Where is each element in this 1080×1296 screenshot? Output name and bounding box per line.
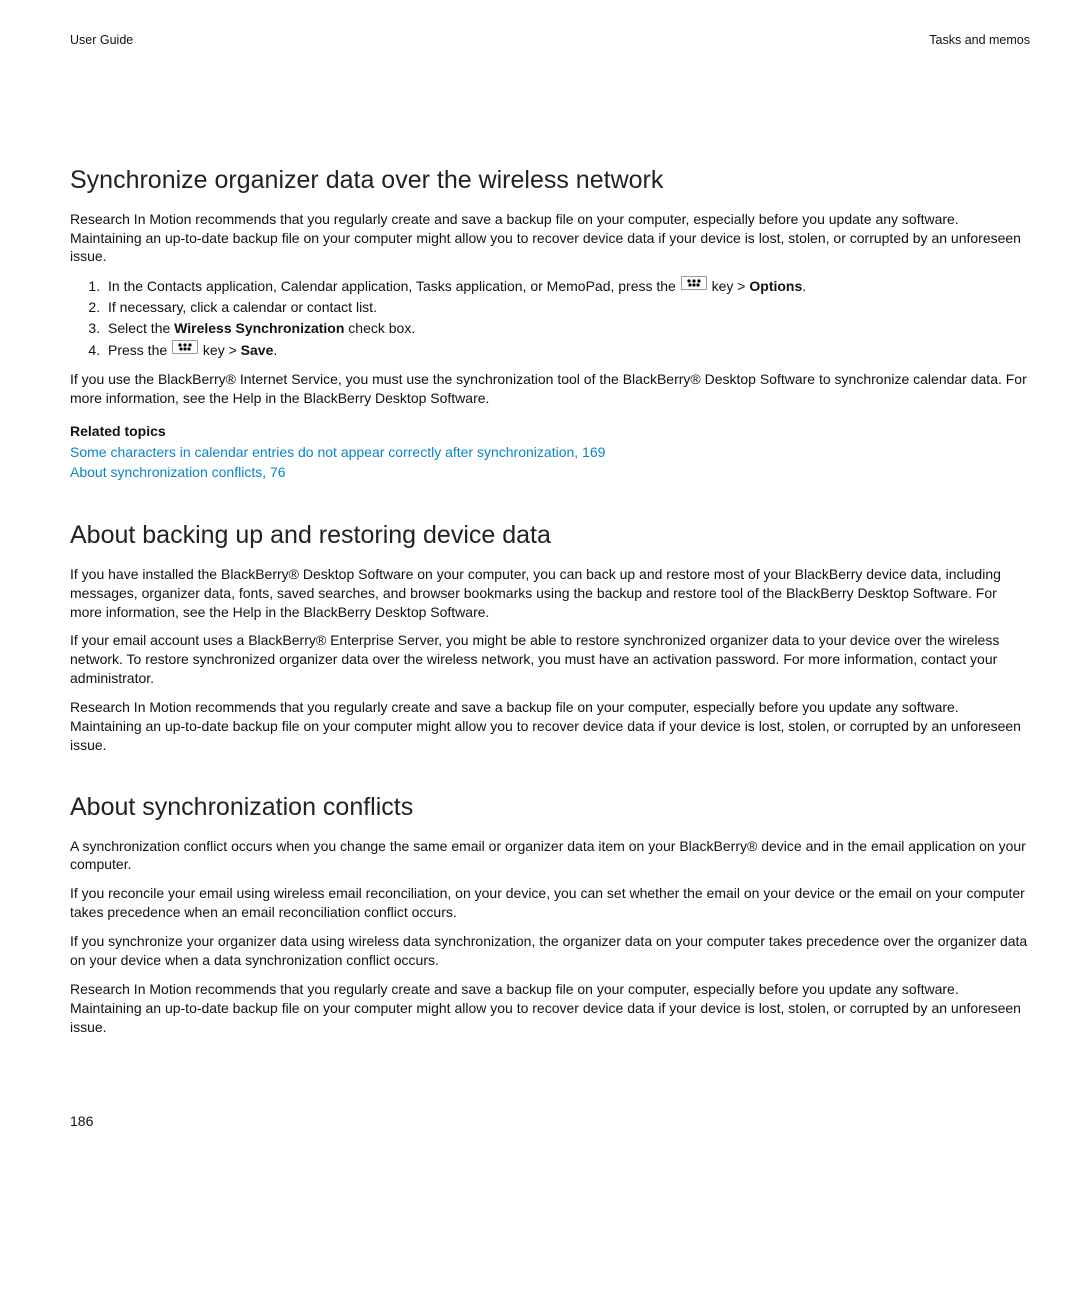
section3-p1: A synchronization conflict occurs when y… xyxy=(70,837,1030,875)
page-header: User Guide Tasks and memos xyxy=(70,32,1030,49)
header-left: User Guide xyxy=(70,32,133,49)
step3-pre: Select the xyxy=(108,320,174,336)
section3-p3: If you synchronize your organizer data u… xyxy=(70,932,1030,970)
section1-steps: In the Contacts application, Calendar ap… xyxy=(70,276,1030,360)
step3-bold: Wireless Synchronization xyxy=(174,320,344,336)
related-topics-label: Related topics xyxy=(70,422,1030,441)
section2-p3: Research In Motion recommends that you r… xyxy=(70,698,1030,755)
step1-bold: Options xyxy=(749,278,802,294)
document-page: User Guide Tasks and memos Synchronize o… xyxy=(0,0,1080,1296)
menu-key-icon xyxy=(681,276,707,290)
section2-p1: If you have installed the BlackBerry® De… xyxy=(70,565,1030,622)
step4-pre: Press the xyxy=(108,342,171,358)
step4-post: . xyxy=(273,342,277,358)
section1-intro: Research In Motion recommends that you r… xyxy=(70,210,1030,267)
related-link-1[interactable]: Some characters in calendar entries do n… xyxy=(70,444,605,460)
step-4: Press the key > Save. xyxy=(104,340,1030,360)
section2-p2: If your email account uses a BlackBerry®… xyxy=(70,631,1030,688)
section1-outro: If you use the BlackBerry® Internet Serv… xyxy=(70,370,1030,408)
section3-title: About synchronization conflicts xyxy=(70,791,1030,825)
step3-post: check box. xyxy=(344,320,415,336)
step4-bold: Save xyxy=(241,342,274,358)
step1-post: . xyxy=(802,278,806,294)
section3-p4: Research In Motion recommends that you r… xyxy=(70,980,1030,1037)
section2-title: About backing up and restoring device da… xyxy=(70,519,1030,553)
menu-key-icon xyxy=(172,340,198,354)
step-2: If necessary, click a calendar or contac… xyxy=(104,298,1030,317)
step4-mid: key > xyxy=(199,342,241,358)
step-3: Select the Wireless Synchronization chec… xyxy=(104,319,1030,338)
step1-pre: In the Contacts application, Calendar ap… xyxy=(108,278,680,294)
related-link-2[interactable]: About synchronization conflicts, 76 xyxy=(70,464,286,480)
section3-p2: If you reconcile your email using wirele… xyxy=(70,884,1030,922)
page-number: 186 xyxy=(70,1112,93,1131)
header-right: Tasks and memos xyxy=(929,32,1030,49)
section1-title: Synchronize organizer data over the wire… xyxy=(70,164,1030,198)
step1-mid: key > xyxy=(708,278,750,294)
step-1: In the Contacts application, Calendar ap… xyxy=(104,276,1030,296)
